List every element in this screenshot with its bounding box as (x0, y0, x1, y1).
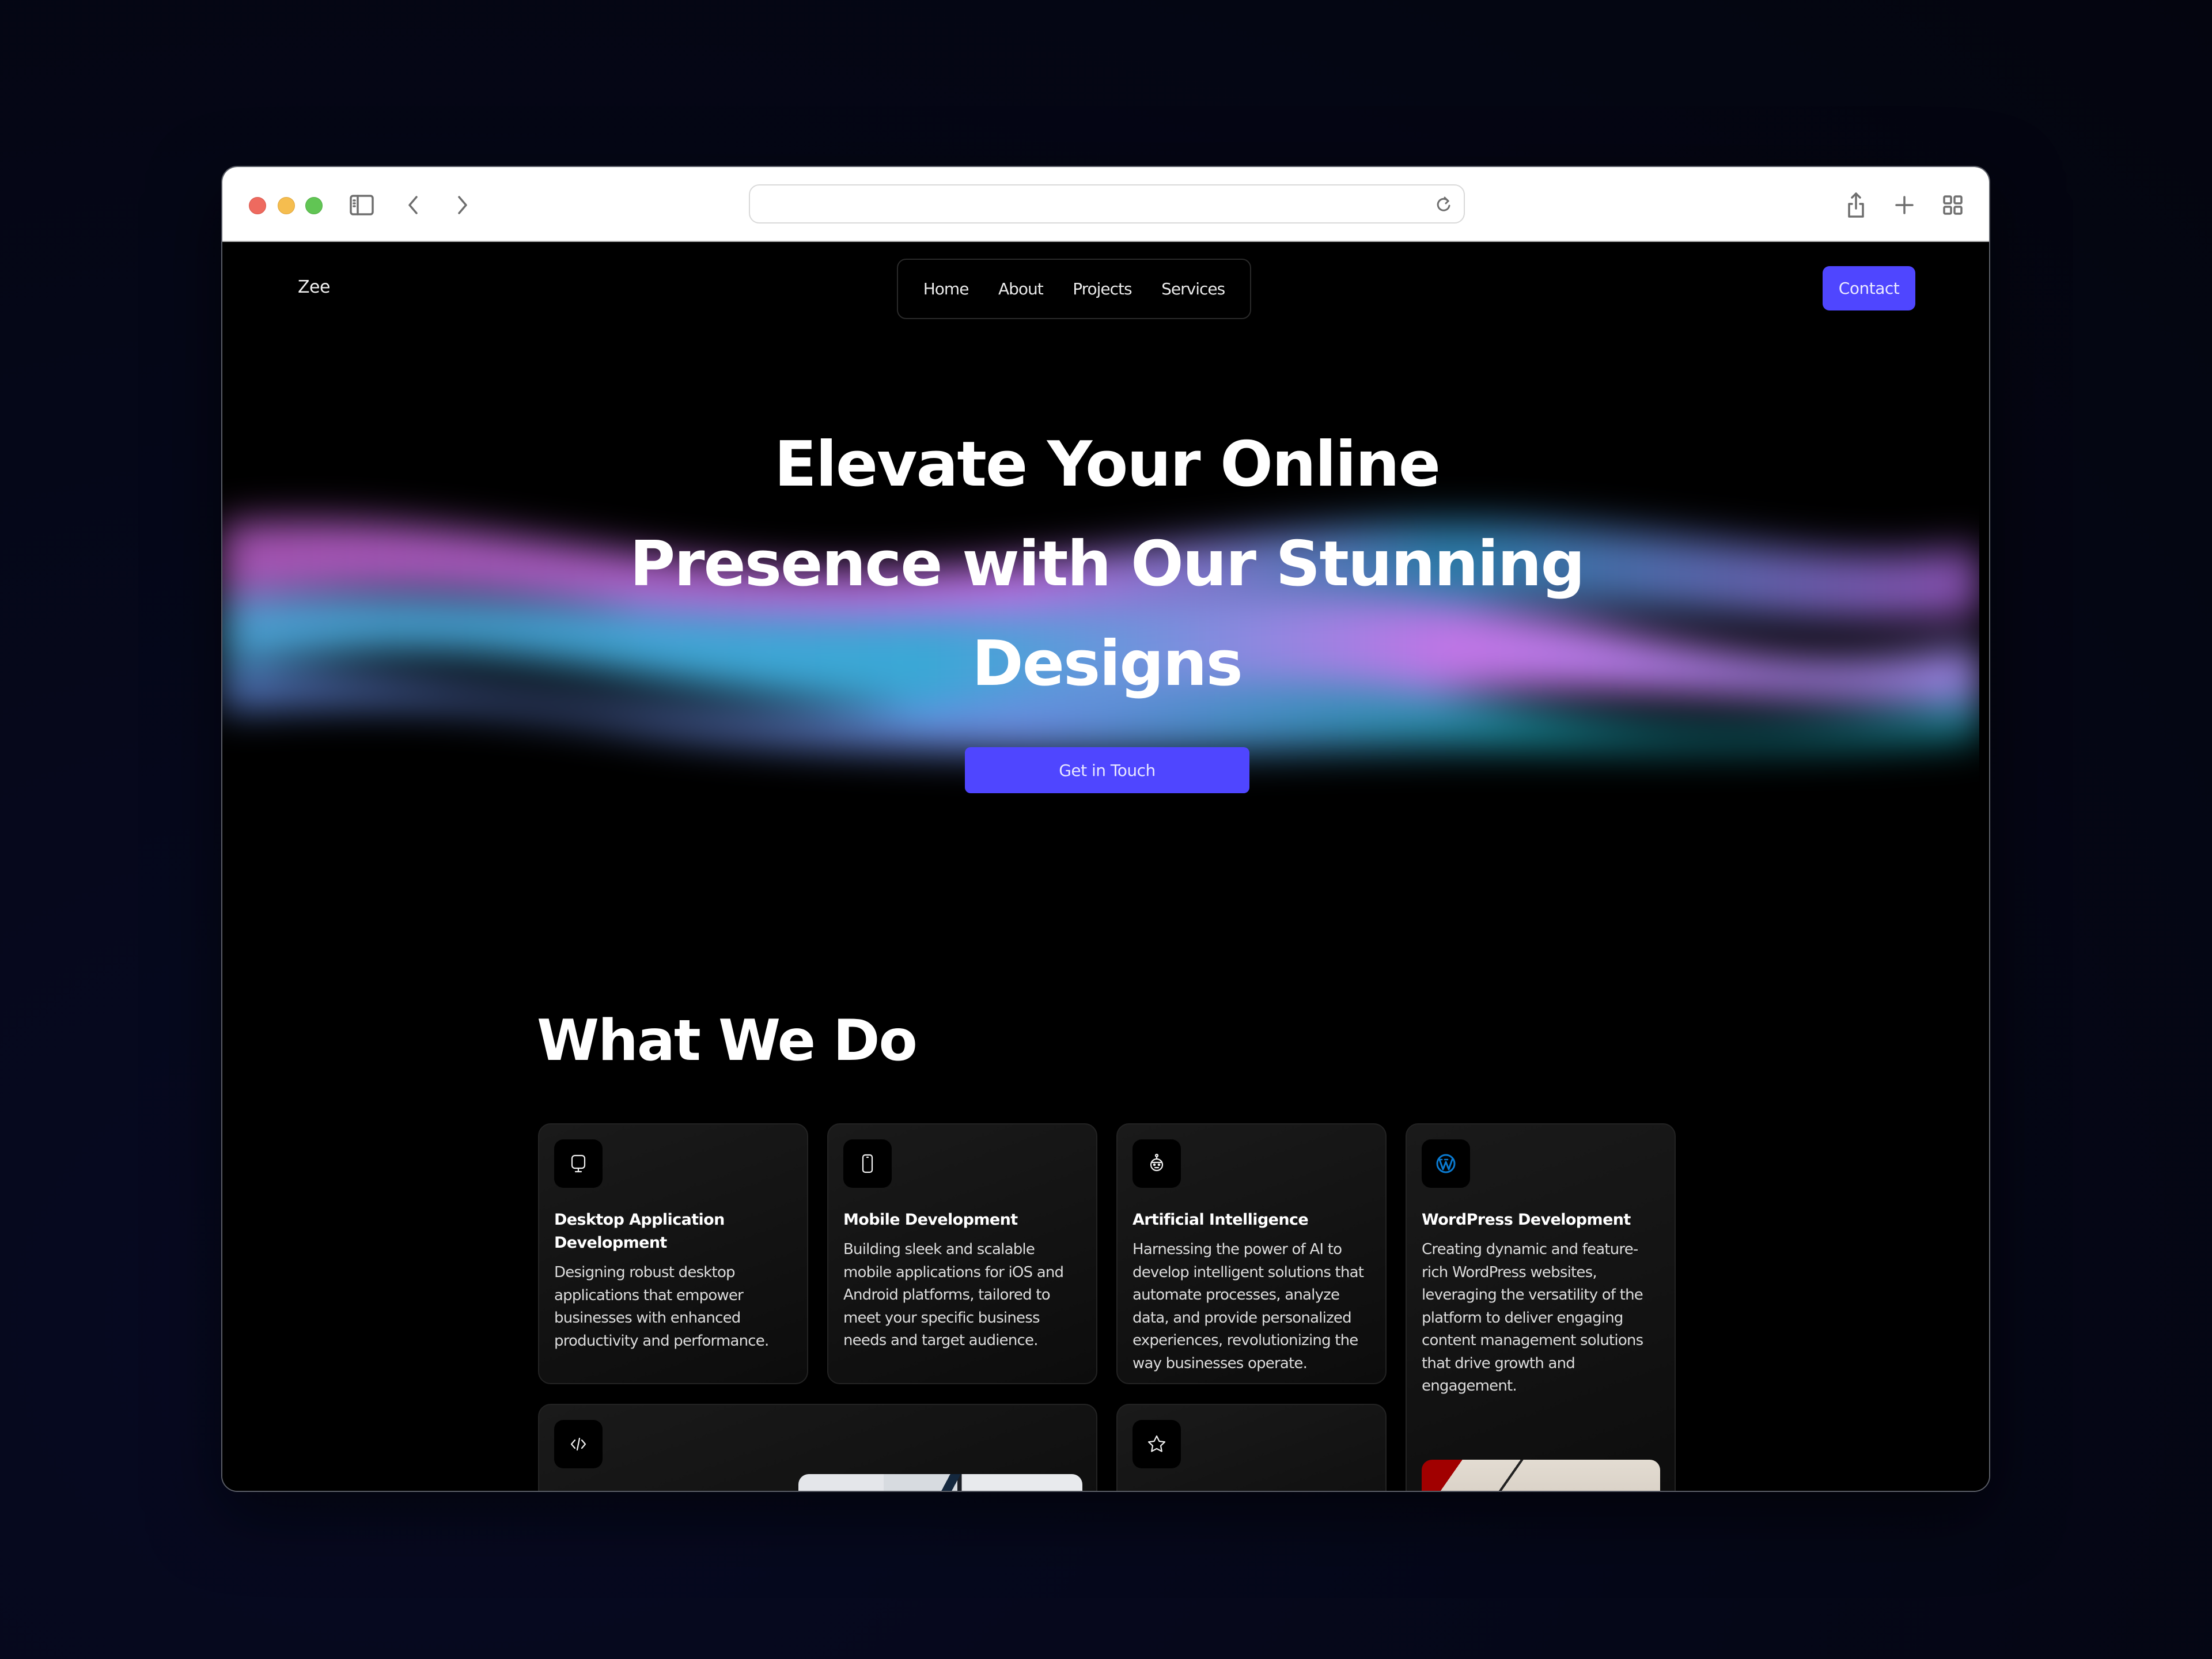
service-card-description: Harnessing the power of AI to develop in… (1132, 1241, 1364, 1372)
service-card-title: Desktop Application Development (554, 1211, 725, 1252)
web-dev-card-image (798, 1474, 1082, 1491)
wordpress-icon (1422, 1139, 1470, 1188)
service-card-title: UI/UX Design (1132, 1489, 1370, 1491)
hero-title-line-2: Presence with Our Stunning (630, 528, 1585, 600)
nav-services[interactable]: Services (1161, 279, 1225, 298)
sidebar-icon[interactable] (344, 188, 379, 222)
nav-about[interactable]: About (998, 279, 1044, 298)
site-logo[interactable]: Zee (298, 277, 330, 297)
service-card-ai[interactable]: Artificial Intelligence Harnessing the p… (1116, 1123, 1387, 1384)
get-in-touch-button[interactable]: Get in Touch (965, 747, 1249, 793)
address-bar[interactable] (749, 184, 1465, 224)
share-icon[interactable] (1839, 188, 1873, 222)
code-icon (554, 1420, 603, 1468)
service-card-web-development[interactable] (538, 1404, 1097, 1491)
hero-title-line-1: Elevate Your Online (774, 429, 1441, 501)
hero-title-line-3: Designs (972, 628, 1243, 700)
browser-toolbar (222, 167, 1989, 242)
contact-button[interactable]: Contact (1823, 266, 1915, 310)
browser-window: Zee Home About Projects Services Contact… (221, 166, 1990, 1492)
service-card-title: WordPress Development (1422, 1211, 1631, 1229)
section-title-what-we-do: What We Do (537, 1008, 918, 1074)
reload-icon[interactable] (1431, 191, 1457, 217)
service-card-desktop[interactable]: Desktop Application Development Designin… (538, 1123, 808, 1384)
close-window-button[interactable] (249, 197, 266, 214)
service-card-mobile[interactable]: Mobile Development Building sleek and sc… (827, 1123, 1097, 1384)
tab-overview-icon[interactable] (1936, 188, 1970, 222)
forward-icon[interactable] (445, 188, 479, 222)
wordpress-card-image (1422, 1460, 1660, 1491)
minimize-window-button[interactable] (278, 197, 295, 214)
back-icon[interactable] (396, 188, 431, 222)
nav-projects[interactable]: Projects (1073, 279, 1132, 298)
monitor-icon (554, 1139, 603, 1188)
robot-icon (1132, 1139, 1181, 1188)
service-card-description: Creating dynamic and feature-rich WordPr… (1422, 1241, 1643, 1395)
hero-title: Elevate Your Online Presence with Our St… (222, 415, 1989, 714)
service-card-ui-ux[interactable]: UI/UX Design (1116, 1404, 1387, 1491)
service-card-description: Designing robust desktop applications th… (554, 1264, 769, 1350)
service-card-title: Mobile Development (843, 1211, 1018, 1229)
service-card-title: Artificial Intelligence (1132, 1211, 1309, 1229)
nav-home[interactable]: Home (923, 279, 969, 298)
new-tab-icon[interactable] (1887, 188, 1922, 222)
maximize-window-button[interactable] (305, 197, 323, 214)
smartphone-icon (843, 1139, 892, 1188)
service-card-description: Building sleek and scalable mobile appli… (843, 1241, 1064, 1349)
main-nav: Home About Projects Services (897, 259, 1251, 319)
web-page: Zee Home About Projects Services Contact… (222, 242, 1989, 1491)
url-input[interactable] (762, 185, 1418, 222)
star-icon (1132, 1420, 1181, 1468)
service-card-wordpress[interactable]: WordPress Development Creating dynamic a… (1406, 1123, 1676, 1491)
